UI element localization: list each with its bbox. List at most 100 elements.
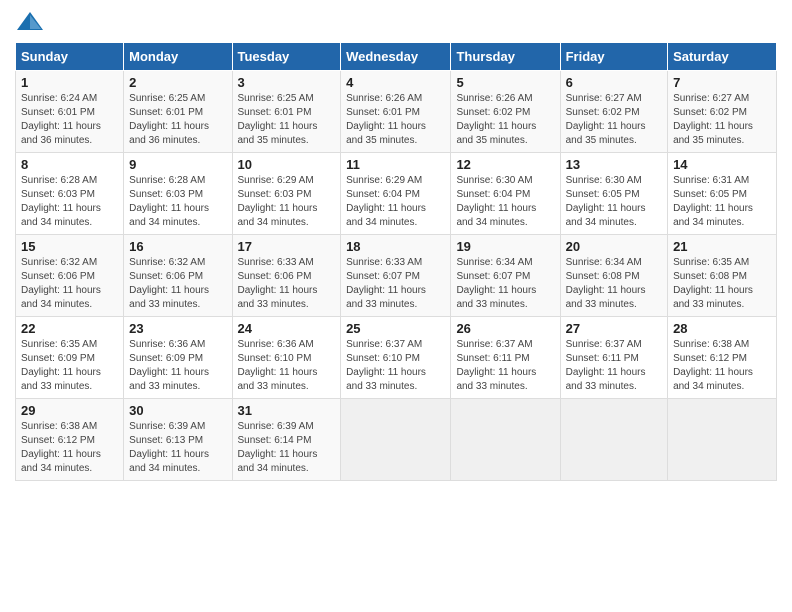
calendar-table: SundayMondayTuesdayWednesdayThursdayFrid… xyxy=(15,42,777,481)
day-info: Sunrise: 6:34 AM Sunset: 6:08 PM Dayligh… xyxy=(566,257,646,310)
day-info: Sunrise: 6:37 AM Sunset: 6:10 PM Dayligh… xyxy=(346,339,426,392)
day-number: 31 xyxy=(238,403,336,418)
day-number: 23 xyxy=(129,321,226,336)
day-number: 15 xyxy=(21,239,118,254)
day-number: 3 xyxy=(238,75,336,90)
day-info: Sunrise: 6:35 AM Sunset: 6:09 PM Dayligh… xyxy=(21,339,101,392)
header xyxy=(15,10,777,34)
logo xyxy=(15,10,49,34)
day-info: Sunrise: 6:31 AM Sunset: 6:05 PM Dayligh… xyxy=(673,175,753,228)
calendar-cell xyxy=(341,399,451,481)
day-info: Sunrise: 6:39 AM Sunset: 6:14 PM Dayligh… xyxy=(238,421,318,474)
day-info: Sunrise: 6:24 AM Sunset: 6:01 PM Dayligh… xyxy=(21,93,101,146)
day-number: 30 xyxy=(129,403,226,418)
weekday-header-saturday: Saturday xyxy=(668,43,777,71)
calendar-cell: 11 Sunrise: 6:29 AM Sunset: 6:04 PM Dayli… xyxy=(341,153,451,235)
day-number: 25 xyxy=(346,321,445,336)
day-info: Sunrise: 6:29 AM Sunset: 6:03 PM Dayligh… xyxy=(238,175,318,228)
logo-icon xyxy=(15,10,45,34)
day-number: 20 xyxy=(566,239,662,254)
day-info: Sunrise: 6:38 AM Sunset: 6:12 PM Dayligh… xyxy=(21,421,101,474)
day-number: 11 xyxy=(346,157,445,172)
calendar-cell: 21 Sunrise: 6:35 AM Sunset: 6:08 PM Dayli… xyxy=(668,235,777,317)
calendar-cell: 15 Sunrise: 6:32 AM Sunset: 6:06 PM Dayli… xyxy=(16,235,124,317)
day-info: Sunrise: 6:25 AM Sunset: 6:01 PM Dayligh… xyxy=(238,93,318,146)
day-number: 12 xyxy=(456,157,554,172)
day-info: Sunrise: 6:37 AM Sunset: 6:11 PM Dayligh… xyxy=(566,339,646,392)
calendar-cell: 26 Sunrise: 6:37 AM Sunset: 6:11 PM Dayli… xyxy=(451,317,560,399)
day-info: Sunrise: 6:32 AM Sunset: 6:06 PM Dayligh… xyxy=(21,257,101,310)
calendar-cell: 6Sunrise: 6:27 AM Sunset: 6:02 PM Daylig… xyxy=(560,71,667,153)
weekday-header-monday: Monday xyxy=(124,43,232,71)
day-number: 5 xyxy=(456,75,554,90)
calendar-cell: 8Sunrise: 6:28 AM Sunset: 6:03 PM Daylig… xyxy=(16,153,124,235)
day-number: 14 xyxy=(673,157,771,172)
day-info: Sunrise: 6:39 AM Sunset: 6:13 PM Dayligh… xyxy=(129,421,209,474)
weekday-header-sunday: Sunday xyxy=(16,43,124,71)
day-info: Sunrise: 6:26 AM Sunset: 6:01 PM Dayligh… xyxy=(346,93,426,146)
calendar-cell xyxy=(668,399,777,481)
calendar-cell: 24 Sunrise: 6:36 AM Sunset: 6:10 PM Dayli… xyxy=(232,317,341,399)
calendar-cell: 1 Sunrise: 6:24 AM Sunset: 6:01 PM Daylig… xyxy=(16,71,124,153)
day-number: 28 xyxy=(673,321,771,336)
day-number: 10 xyxy=(238,157,336,172)
calendar-cell: 5 Sunrise: 6:26 AM Sunset: 6:02 PM Daylig… xyxy=(451,71,560,153)
calendar-cell: 18 Sunrise: 6:33 AM Sunset: 6:07 PM Dayli… xyxy=(341,235,451,317)
day-info: Sunrise: 6:30 AM Sunset: 6:04 PM Dayligh… xyxy=(456,175,536,228)
day-info: Sunrise: 6:33 AM Sunset: 6:07 PM Dayligh… xyxy=(346,257,426,310)
day-info: Sunrise: 6:29 AM Sunset: 6:04 PM Dayligh… xyxy=(346,175,426,228)
calendar-cell: 12 Sunrise: 6:30 AM Sunset: 6:04 PM Dayli… xyxy=(451,153,560,235)
day-info: Sunrise: 6:36 AM Sunset: 6:09 PM Dayligh… xyxy=(129,339,209,392)
day-number: 19 xyxy=(456,239,554,254)
day-number: 13 xyxy=(566,157,662,172)
calendar-page: SundayMondayTuesdayWednesdayThursdayFrid… xyxy=(0,0,792,612)
day-info: Sunrise: 6:28 AM Sunset: 6:03 PM Dayligh… xyxy=(21,175,101,228)
day-info: Sunrise: 6:35 AM Sunset: 6:08 PM Dayligh… xyxy=(673,257,753,310)
week-row-3: 15 Sunrise: 6:32 AM Sunset: 6:06 PM Dayli… xyxy=(16,235,777,317)
day-info: Sunrise: 6:25 AM Sunset: 6:01 PM Dayligh… xyxy=(129,93,209,146)
week-row-2: 8Sunrise: 6:28 AM Sunset: 6:03 PM Daylig… xyxy=(16,153,777,235)
day-info: Sunrise: 6:37 AM Sunset: 6:11 PM Dayligh… xyxy=(456,339,536,392)
week-row-4: 22Sunrise: 6:35 AM Sunset: 6:09 PM Dayli… xyxy=(16,317,777,399)
calendar-cell: 7 Sunrise: 6:27 AM Sunset: 6:02 PM Daylig… xyxy=(668,71,777,153)
calendar-cell: 27Sunrise: 6:37 AM Sunset: 6:11 PM Dayli… xyxy=(560,317,667,399)
day-info: Sunrise: 6:34 AM Sunset: 6:07 PM Dayligh… xyxy=(456,257,536,310)
weekday-header-row: SundayMondayTuesdayWednesdayThursdayFrid… xyxy=(16,43,777,71)
week-row-5: 29 Sunrise: 6:38 AM Sunset: 6:12 PM Dayli… xyxy=(16,399,777,481)
day-number: 1 xyxy=(21,75,118,90)
day-info: Sunrise: 6:32 AM Sunset: 6:06 PM Dayligh… xyxy=(129,257,209,310)
day-info: Sunrise: 6:26 AM Sunset: 6:02 PM Dayligh… xyxy=(456,93,536,146)
day-info: Sunrise: 6:38 AM Sunset: 6:12 PM Dayligh… xyxy=(673,339,753,392)
day-number: 29 xyxy=(21,403,118,418)
weekday-header-wednesday: Wednesday xyxy=(341,43,451,71)
calendar-cell: 25 Sunrise: 6:37 AM Sunset: 6:10 PM Dayli… xyxy=(341,317,451,399)
calendar-cell: 29 Sunrise: 6:38 AM Sunset: 6:12 PM Dayli… xyxy=(16,399,124,481)
day-info: Sunrise: 6:36 AM Sunset: 6:10 PM Dayligh… xyxy=(238,339,318,392)
day-number: 7 xyxy=(673,75,771,90)
calendar-cell: 9Sunrise: 6:28 AM Sunset: 6:03 PM Daylig… xyxy=(124,153,232,235)
day-info: Sunrise: 6:27 AM Sunset: 6:02 PM Dayligh… xyxy=(673,93,753,146)
day-number: 26 xyxy=(456,321,554,336)
day-number: 18 xyxy=(346,239,445,254)
day-number: 4 xyxy=(346,75,445,90)
weekday-header-friday: Friday xyxy=(560,43,667,71)
calendar-cell: 28 Sunrise: 6:38 AM Sunset: 6:12 PM Dayli… xyxy=(668,317,777,399)
day-number: 21 xyxy=(673,239,771,254)
day-info: Sunrise: 6:28 AM Sunset: 6:03 PM Dayligh… xyxy=(129,175,209,228)
day-number: 16 xyxy=(129,239,226,254)
week-row-1: 1 Sunrise: 6:24 AM Sunset: 6:01 PM Daylig… xyxy=(16,71,777,153)
day-info: Sunrise: 6:33 AM Sunset: 6:06 PM Dayligh… xyxy=(238,257,318,310)
weekday-header-thursday: Thursday xyxy=(451,43,560,71)
calendar-cell xyxy=(560,399,667,481)
calendar-cell: 14 Sunrise: 6:31 AM Sunset: 6:05 PM Dayli… xyxy=(668,153,777,235)
day-info: Sunrise: 6:30 AM Sunset: 6:05 PM Dayligh… xyxy=(566,175,646,228)
calendar-cell: 4 Sunrise: 6:26 AM Sunset: 6:01 PM Daylig… xyxy=(341,71,451,153)
calendar-cell xyxy=(451,399,560,481)
calendar-cell: 13 Sunrise: 6:30 AM Sunset: 6:05 PM Dayli… xyxy=(560,153,667,235)
day-number: 24 xyxy=(238,321,336,336)
day-number: 2 xyxy=(129,75,226,90)
calendar-cell: 20 Sunrise: 6:34 AM Sunset: 6:08 PM Dayli… xyxy=(560,235,667,317)
calendar-cell: 23 Sunrise: 6:36 AM Sunset: 6:09 PM Dayli… xyxy=(124,317,232,399)
calendar-cell: 10 Sunrise: 6:29 AM Sunset: 6:03 PM Dayli… xyxy=(232,153,341,235)
calendar-cell: 17Sunrise: 6:33 AM Sunset: 6:06 PM Dayli… xyxy=(232,235,341,317)
